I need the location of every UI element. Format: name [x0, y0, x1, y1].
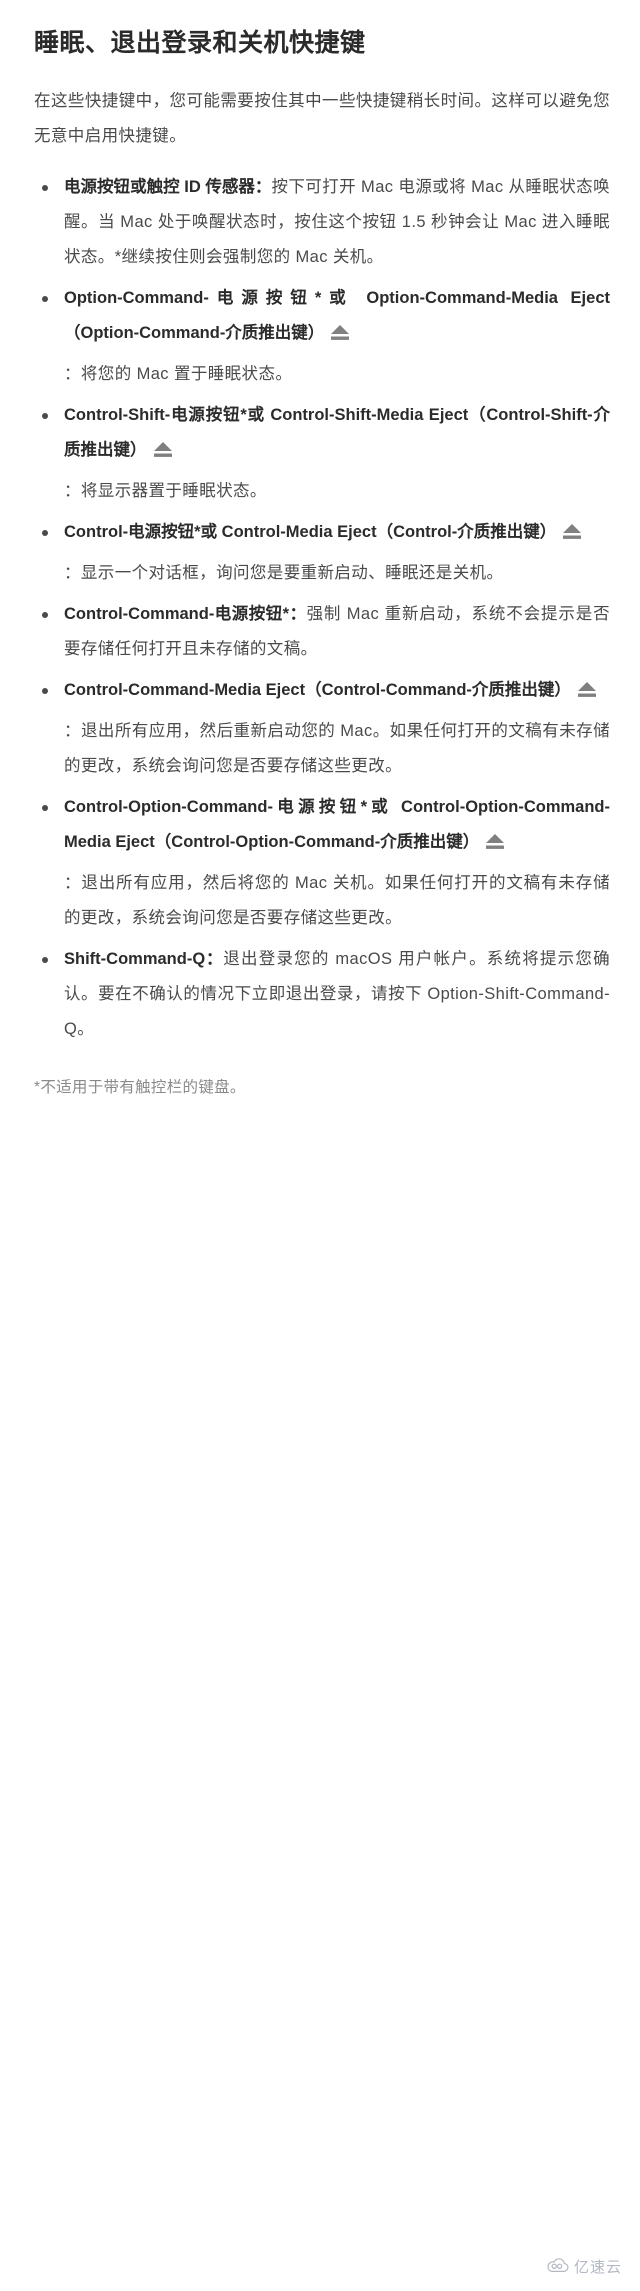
document-page: 睡眠、退出登录和关机快捷键 在这些快捷键中，您可能需要按住其中一些快捷键稍长时间…: [0, 0, 640, 2291]
shortcut-description: ：将您的 Mac 置于睡眠状态。: [64, 365, 293, 383]
list-item: Option-Command-电源按钮*或 Option-Command-Med…: [34, 281, 610, 351]
shortcut-keys: Control-Shift-电源按钮*或 Control-Shift-Media…: [64, 406, 610, 459]
shortcut-keys: 电源按钮或触控 ID 传感器：: [64, 178, 272, 196]
list-item: Control-Option-Command-电源按钮*或 Control-Op…: [34, 790, 610, 860]
shortcut-keys: Control-Command-Media Eject（Control-Comm…: [64, 681, 571, 699]
list-item: Control-Command-Media Eject（Control-Comm…: [34, 673, 610, 708]
list-item: ：显示一个对话框，询问您是要重新启动、睡眠还是关机。: [34, 556, 610, 591]
eject-icon: [482, 831, 508, 851]
article-content: 睡眠、退出登录和关机快捷键 在这些快捷键中，您可能需要按住其中一些快捷键稍长时间…: [0, 0, 640, 1173]
watermark: 亿速云: [547, 2256, 622, 2277]
shortcut-keys: Control-Option-Command-电源按钮*或 Control-Op…: [64, 798, 610, 851]
list-item: 电源按钮或触控 ID 传感器：按下可打开 Mac 电源或将 Mac 从睡眠状态唤…: [34, 170, 610, 275]
list-item: ：将显示器置于睡眠状态。: [34, 474, 610, 509]
eject-icon: [574, 679, 600, 699]
cloud-icon: [547, 2257, 569, 2277]
list-item: ：退出所有应用，然后重新启动您的 Mac。如果任何打开的文稿有未存储的更改，系统…: [34, 714, 610, 784]
intro-paragraph: 在这些快捷键中，您可能需要按住其中一些快捷键稍长时间。这样可以避免您无意中启用快…: [34, 92, 610, 145]
list-item: Control-电源按钮*或 Control-Media Eject（Contr…: [34, 515, 610, 550]
shortcut-description: ：将显示器置于睡眠状态。: [64, 482, 267, 500]
footnote: *不适用于带有触控栏的键盘。: [34, 1079, 246, 1096]
eject-icon: [559, 521, 585, 541]
shortcut-keys: Shift-Command-Q：: [64, 950, 224, 968]
shortcut-list: 电源按钮或触控 ID 传感器：按下可打开 Mac 电源或将 Mac 从睡眠状态唤…: [34, 170, 610, 1047]
list-item: ：将您的 Mac 置于睡眠状态。: [34, 357, 610, 392]
watermark-label: 亿速云: [573, 2259, 622, 2276]
list-item: Control-Command-电源按钮*：强制 Mac 重新启动，系统不会提示…: [34, 597, 610, 667]
shortcut-keys: Control-电源按钮*或 Control-Media Eject（Contr…: [64, 523, 557, 541]
shortcut-description: ：退出所有应用，然后重新启动您的 Mac。如果任何打开的文稿有未存储的更改，系统…: [64, 722, 610, 775]
shortcut-description: ：退出所有应用，然后将您的 Mac 关机。如果任何打开的文稿有未存储的更改，系统…: [64, 874, 610, 927]
bottom-spacer: [34, 1103, 610, 1173]
list-item: Control-Shift-电源按钮*或 Control-Shift-Media…: [34, 398, 610, 468]
list-item: Shift-Command-Q：退出登录您的 macOS 用户帐户。系统将提示您…: [34, 942, 610, 1047]
shortcut-description: ：显示一个对话框，询问您是要重新启动、睡眠还是关机。: [64, 564, 504, 582]
list-item: ：退出所有应用，然后将您的 Mac 关机。如果任何打开的文稿有未存储的更改，系统…: [34, 866, 610, 936]
shortcut-keys: Control-Command-电源按钮*：: [64, 605, 307, 623]
page-title: 睡眠、退出登录和关机快捷键: [34, 29, 366, 57]
eject-icon: [150, 439, 176, 459]
eject-icon: [327, 322, 353, 342]
